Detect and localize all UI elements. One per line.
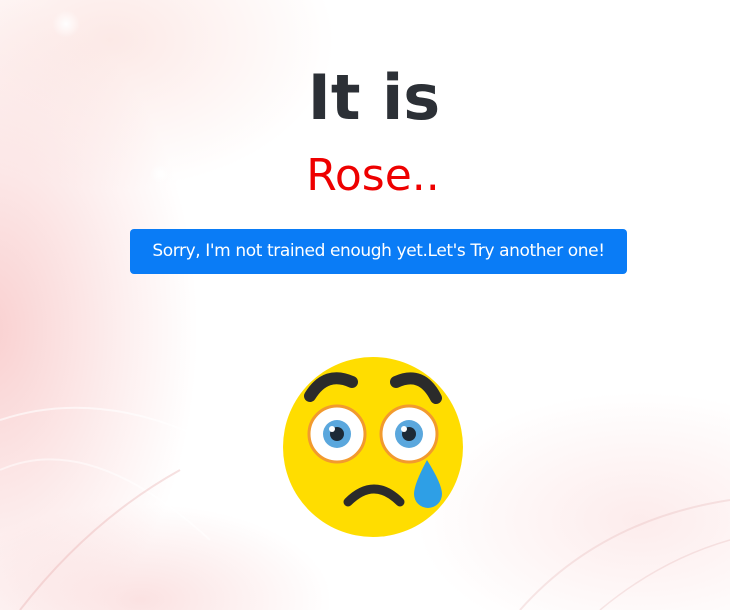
crying-face-icon bbox=[283, 357, 463, 537]
try-another-button[interactable]: Sorry, I'm not trained enough yet.Let's … bbox=[130, 229, 627, 274]
page-title: It is bbox=[307, 61, 441, 134]
prediction-result: Rose.. bbox=[306, 150, 440, 201]
main-content: It is Rose.. Sorry, I'm not trained enou… bbox=[0, 0, 730, 610]
